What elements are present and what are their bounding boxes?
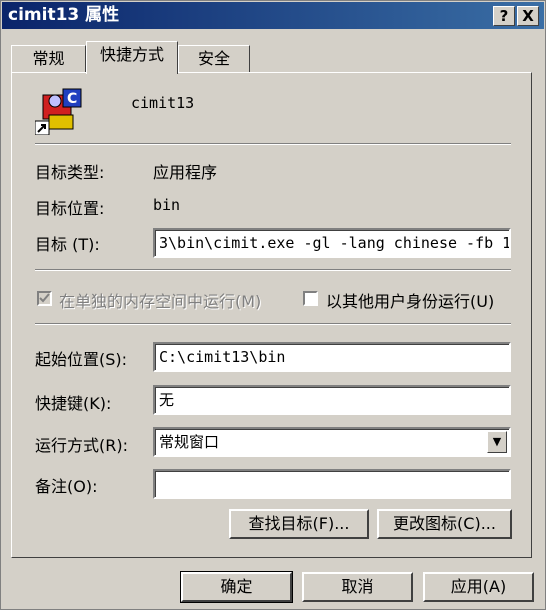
divider <box>35 143 511 145</box>
start-in-input[interactable]: C:\cimit13\bin <box>153 342 511 372</box>
divider <box>35 323 511 325</box>
run-as-other-user-label: 以其他用户身份运行(U) <box>326 292 495 311</box>
ok-button[interactable]: 确定 <box>180 571 293 603</box>
shortcut-name: cimit13 <box>131 94 195 112</box>
comment-input[interactable] <box>153 469 511 499</box>
properties-dialog: cimit13 属性 ? X 常规 快捷方式 安全 C cimit13 目标类型… <box>0 0 546 610</box>
apply-button[interactable]: 应用(A) <box>423 572 534 602</box>
target-type-value: 应用程序 <box>153 163 218 182</box>
comment-label: 备注(O): <box>35 477 98 496</box>
help-button[interactable]: ? <box>493 6 515 26</box>
hotkey-input[interactable]: 无 <box>153 385 511 415</box>
target-label: 目标 (T): <box>35 235 100 254</box>
run-as-other-user-checkbox[interactable] <box>303 291 318 306</box>
run-separate-label: 在单独的内存空间中运行(M) <box>59 292 262 311</box>
run-mode-select[interactable]: 常规窗口 ▼ <box>153 427 511 457</box>
run-separate-checkbox[interactable] <box>37 291 52 306</box>
window-title: cimit13 属性 <box>8 5 120 25</box>
title-bar: cimit13 属性 ? X <box>2 2 544 29</box>
chevron-down-icon[interactable]: ▼ <box>487 431 507 453</box>
target-location-value: bin <box>153 196 181 214</box>
application-icon: C <box>35 88 82 135</box>
close-button[interactable]: X <box>517 6 539 26</box>
run-mode-value: 常规窗口 <box>159 433 220 451</box>
start-in-label: 起始位置(S): <box>35 350 128 369</box>
cancel-button[interactable]: 取消 <box>302 572 413 602</box>
change-icon-button[interactable]: 更改图标(C)... <box>377 509 512 539</box>
tab-general[interactable]: 常规 <box>11 45 86 73</box>
check-icon <box>39 293 50 303</box>
target-input[interactable]: 3\bin\cimit.exe -gl -lang chinese -fb 1 <box>153 228 511 258</box>
tab-security[interactable]: 安全 <box>178 45 250 73</box>
find-target-button[interactable]: 查找目标(F)... <box>229 509 369 539</box>
svg-text:C: C <box>67 91 77 107</box>
target-type-label: 目标类型: <box>35 163 105 182</box>
tab-shortcut[interactable]: 快捷方式 <box>86 41 178 74</box>
target-location-label: 目标位置: <box>35 199 105 218</box>
hotkey-label: 快捷键(K): <box>35 394 112 413</box>
run-mode-label: 运行方式(R): <box>35 436 128 455</box>
divider <box>35 269 511 271</box>
